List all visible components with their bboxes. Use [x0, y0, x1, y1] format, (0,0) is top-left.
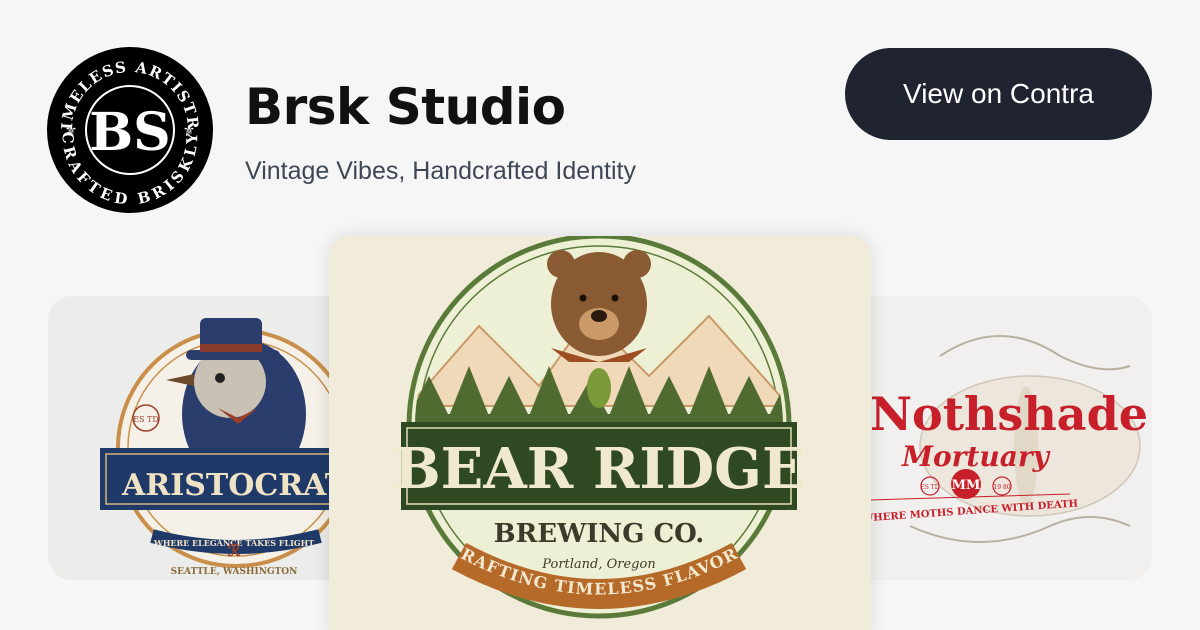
- view-on-contra-button[interactable]: View on Contra: [845, 48, 1152, 140]
- bear-ridge-subtitle: BREWING CO.: [494, 519, 705, 549]
- svg-text:⚜: ⚜: [65, 123, 78, 139]
- mothshade-monogram: MM: [952, 478, 981, 493]
- studio-name: Brsk Studio: [245, 78, 566, 136]
- aristocrat-location: SEATTLE, WASHINGTON: [171, 567, 298, 577]
- bear-ridge-location: Portland, Oregon: [541, 557, 655, 572]
- mothshade-est-label: ES TD: [920, 484, 939, 491]
- studio-tagline: Vintage Vibes, Handcrafted Identity: [245, 157, 637, 185]
- aristocrat-est-label: ES TD: [133, 415, 159, 424]
- mothshade-year-label: 19 80: [993, 484, 1010, 491]
- mothshade-title: Nothshade: [870, 387, 1148, 441]
- avatar-monogram: BS: [89, 102, 171, 163]
- studio-avatar[interactable]: TIMELESS ARTISTRY CRAFTED BRISKLY BS ⚜ ⚜: [47, 47, 213, 213]
- portfolio-card-bear-ridge[interactable]: BEAR RIDGE BREWING CO. Portland, Oregon …: [329, 236, 871, 630]
- portfolio-card-aristocrat[interactable]: ES TD ARISTOCRAT AVIA WHERE ELEGANCE TAK…: [48, 296, 368, 580]
- mothshade-subtitle: Mortuary: [901, 440, 1051, 473]
- svg-text:ℛ: ℛ: [228, 541, 241, 560]
- svg-text:⚜: ⚜: [183, 123, 196, 139]
- bear-ridge-title: BEAR RIDGE: [393, 436, 804, 502]
- portfolio-card-mothshade[interactable]: Nothshade Mortuary MM ES TD 19 80 WHERE …: [830, 296, 1152, 580]
